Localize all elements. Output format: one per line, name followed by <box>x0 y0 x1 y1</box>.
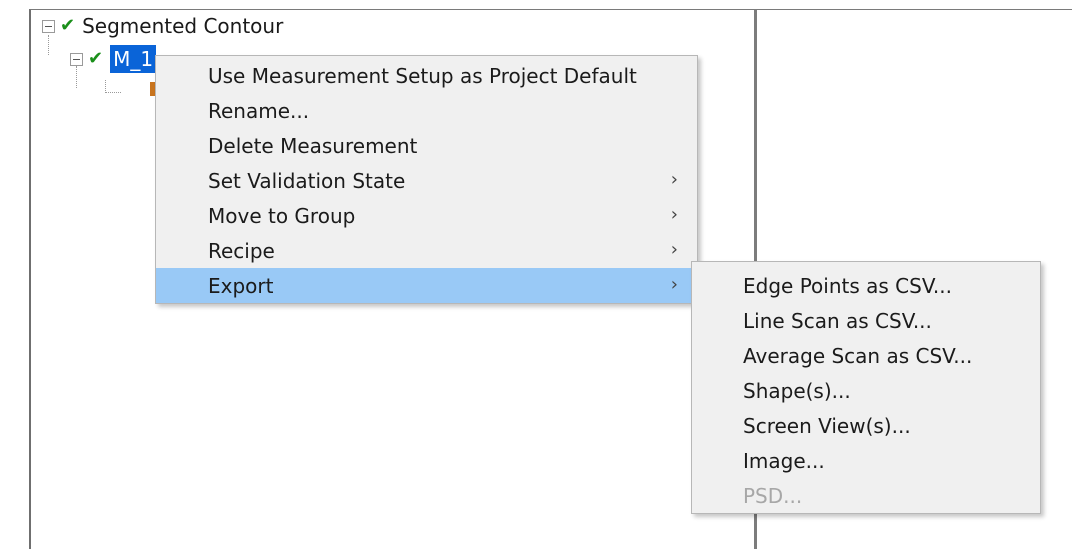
collapse-icon[interactable] <box>42 19 55 33</box>
menu-item-psd: PSD... <box>692 478 1040 513</box>
menu-item-edge-points-csv[interactable]: Edge Points as CSV... <box>692 268 1040 303</box>
tree-node-segmented-contour[interactable]: ✔ Segmented Contour <box>42 12 283 40</box>
menu-item-export[interactable]: Export › <box>156 268 697 303</box>
menu-item-label: Image... <box>743 448 825 473</box>
menu-item-label: Set Validation State <box>208 168 406 193</box>
menu-item-screen-views[interactable]: Screen View(s)... <box>692 408 1040 443</box>
menu-item-delete-measurement[interactable]: Delete Measurement <box>156 128 697 163</box>
menu-item-label: Use Measurement Setup as Project Default <box>208 63 637 88</box>
menu-item-image[interactable]: Image... <box>692 443 1040 478</box>
checkmark-icon: ✔ <box>60 15 76 36</box>
menu-item-average-scan-csv[interactable]: Average Scan as CSV... <box>692 338 1040 373</box>
tree-node-label: Segmented Contour <box>82 14 284 38</box>
menu-item-label: Screen View(s)... <box>743 413 911 438</box>
menu-item-label: Recipe <box>208 238 275 263</box>
menu-item-line-scan-csv[interactable]: Line Scan as CSV... <box>692 303 1040 338</box>
menu-item-recipe[interactable]: Recipe › <box>156 233 697 268</box>
export-submenu: Edge Points as CSV... Line Scan as CSV..… <box>691 261 1041 514</box>
context-menu: Use Measurement Setup as Project Default… <box>155 55 698 304</box>
menu-item-label: PSD... <box>743 483 803 508</box>
menu-item-set-validation-state[interactable]: Set Validation State › <box>156 163 697 198</box>
chevron-right-icon: › <box>670 239 678 260</box>
tree-node-measurement[interactable]: ✔ M_1 <box>70 45 157 73</box>
menu-item-label: Export <box>208 273 274 298</box>
selected-node-label[interactable]: M_1 <box>110 45 157 73</box>
menu-item-label: Line Scan as CSV... <box>743 308 932 333</box>
menu-item-shapes[interactable]: Shape(s)... <box>692 373 1040 408</box>
menu-item-label: Move to Group <box>208 203 356 228</box>
menu-item-move-to-group[interactable]: Move to Group › <box>156 198 697 233</box>
menu-item-label: Edge Points as CSV... <box>743 273 952 298</box>
menu-item-label: Delete Measurement <box>208 133 418 158</box>
collapse-icon[interactable] <box>70 52 83 66</box>
menu-item-label: Shape(s)... <box>743 378 851 403</box>
menu-item-use-setup-default[interactable]: Use Measurement Setup as Project Default <box>156 58 697 93</box>
chevron-right-icon: › <box>670 204 678 225</box>
chevron-right-icon: › <box>670 274 678 295</box>
menu-item-label: Average Scan as CSV... <box>743 343 973 368</box>
chevron-right-icon: › <box>670 169 678 190</box>
menu-item-rename[interactable]: Rename... <box>156 93 697 128</box>
menu-item-label: Rename... <box>208 98 310 123</box>
checkmark-icon: ✔ <box>88 48 104 69</box>
tree-connector <box>105 92 121 93</box>
